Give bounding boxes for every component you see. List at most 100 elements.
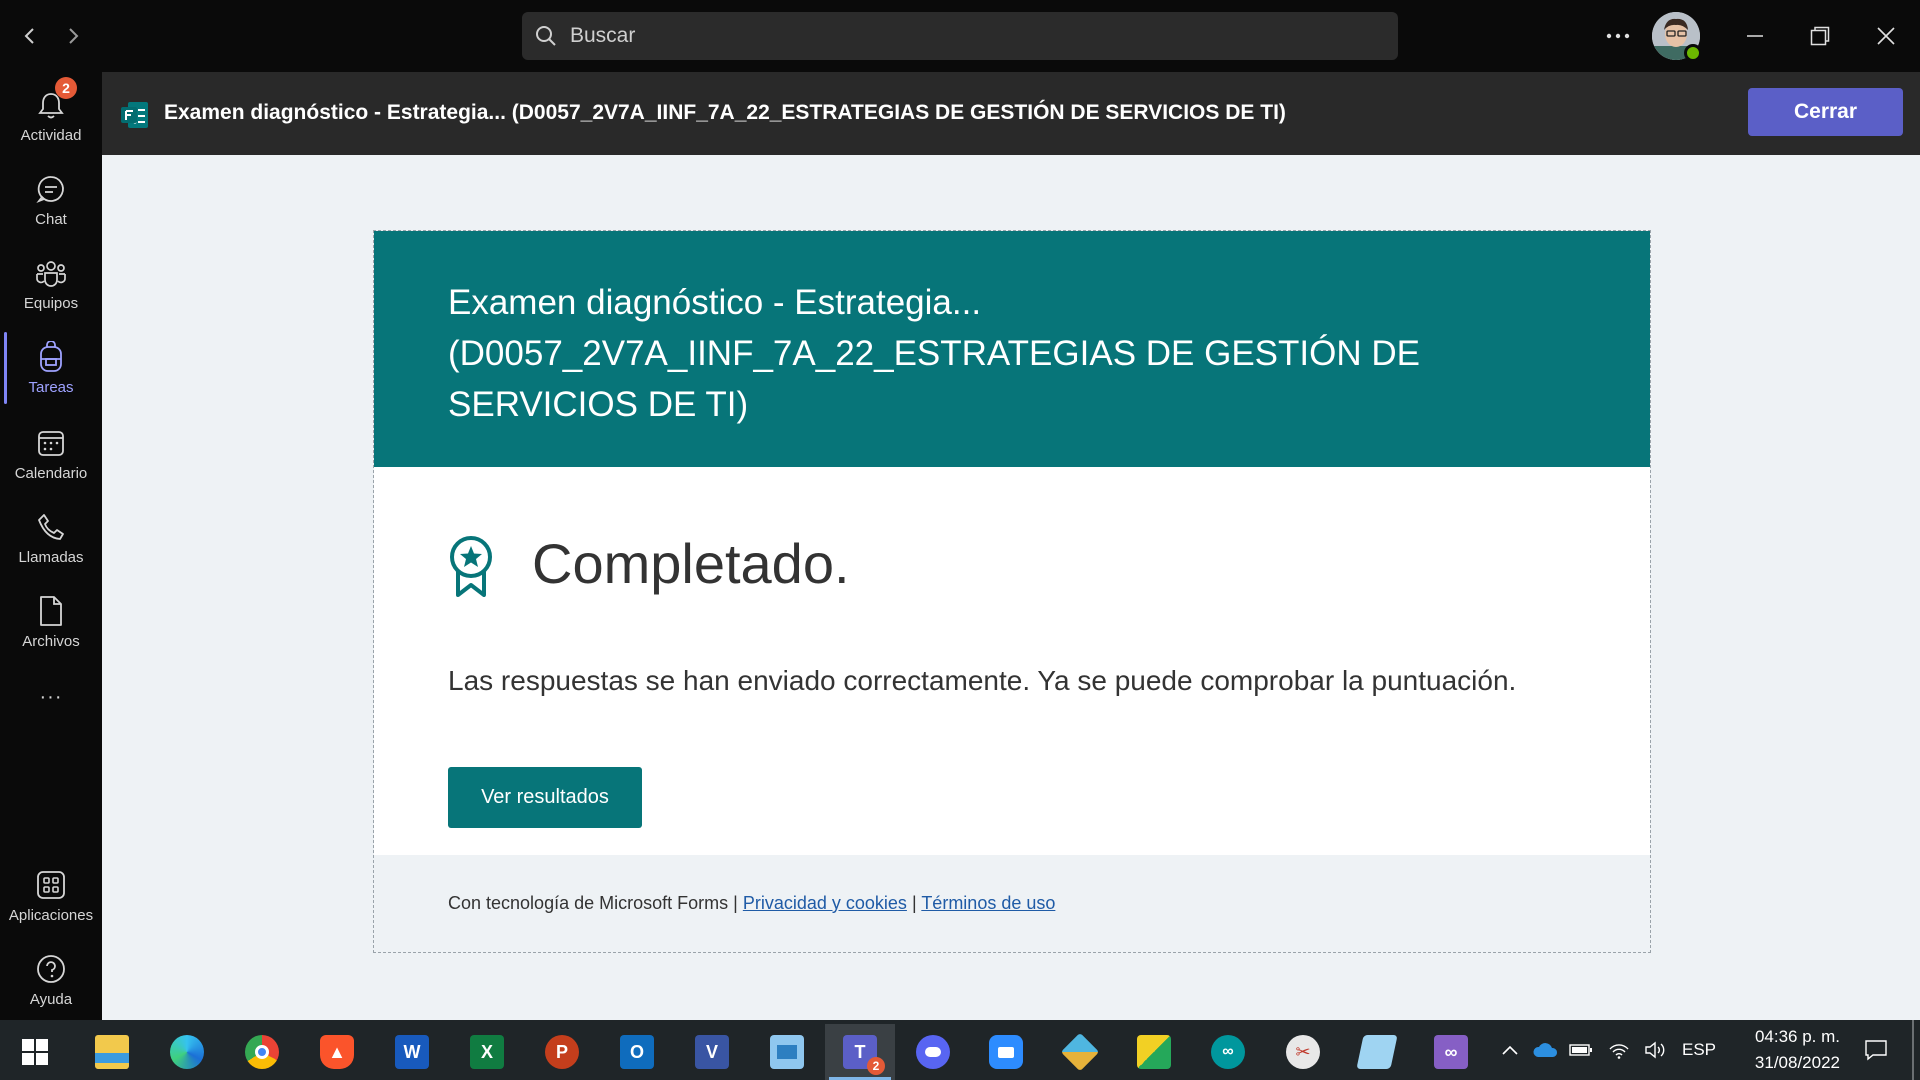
zoom-icon	[989, 1035, 1023, 1069]
taskbar-word[interactable]: W	[377, 1024, 447, 1080]
rail-more-button[interactable]: ···	[0, 664, 102, 724]
form-footer: Con tecnología de Microsoft Forms | Priv…	[448, 893, 1055, 914]
chevron-right-icon	[69, 28, 79, 44]
teams-icon: T 2	[843, 1035, 885, 1075]
taskbar-zoom[interactable]	[971, 1024, 1041, 1080]
form-body: Completado. Las respuestas se han enviad…	[374, 467, 1650, 855]
clock[interactable]: 04:36 p. m. 31/08/2022	[1720, 1024, 1840, 1076]
taskbar-excel[interactable]: X	[452, 1024, 522, 1080]
confirmation-message: Las respuestas se han enviado correctame…	[448, 665, 1517, 696]
chevron-up-icon	[1502, 1045, 1518, 1055]
taskbar-teams[interactable]: T 2	[825, 1024, 895, 1080]
cube-app-icon	[1060, 1032, 1100, 1072]
clock-time: 04:36 p. m.	[1754, 1027, 1840, 1046]
file-icon	[35, 595, 67, 627]
taskbar-discord[interactable]	[898, 1024, 968, 1080]
view-results-button[interactable]: Ver resultados	[448, 767, 642, 828]
rail-item-label: Llamadas	[18, 548, 84, 566]
taskbar-chrome[interactable]	[227, 1024, 297, 1080]
taskbar-file-explorer[interactable]	[77, 1024, 147, 1080]
terms-link[interactable]: Términos de uso	[921, 893, 1055, 913]
help-circle-icon	[35, 953, 67, 985]
taskbar-edge[interactable]	[152, 1024, 222, 1080]
backpack-icon	[35, 340, 67, 373]
rail-item-calls[interactable]: Llamadas	[0, 498, 102, 578]
more-options-button[interactable]	[1598, 22, 1638, 50]
microsoft-forms-icon	[121, 102, 148, 128]
notification-center-icon	[1865, 1040, 1887, 1061]
outlook-icon: O	[620, 1035, 654, 1069]
discord-icon	[916, 1035, 950, 1069]
taskbar-visual-studio[interactable]: ∞	[1416, 1024, 1486, 1080]
avatar[interactable]	[1652, 12, 1702, 62]
edge-browser-icon	[170, 1035, 204, 1069]
restore-button[interactable]	[1797, 14, 1843, 58]
presence-available-icon	[1684, 44, 1702, 62]
footer-separator: |	[733, 893, 738, 913]
search-input[interactable]	[570, 24, 1350, 48]
taskbar-powerpoint[interactable]: P	[527, 1024, 597, 1080]
taskbar-brave[interactable]: ▲	[302, 1024, 372, 1080]
rail-item-files[interactable]: Archivos	[0, 582, 102, 662]
windows-start-icon	[22, 1039, 48, 1065]
taskbar-visio[interactable]: V	[677, 1024, 747, 1080]
rail-item-calendar[interactable]: Calendario	[0, 414, 102, 494]
excel-icon: X	[470, 1035, 504, 1069]
rail-item-label: Tareas	[28, 378, 74, 396]
back-button[interactable]	[14, 20, 46, 52]
rail-item-label: Chat	[35, 210, 67, 228]
minimize-button[interactable]	[1732, 14, 1778, 58]
folder-icon	[95, 1035, 129, 1069]
close-icon	[1877, 27, 1895, 45]
start-button[interactable]	[0, 1024, 70, 1080]
clock-date: 31/08/2022	[1754, 1053, 1840, 1072]
taskbar-snipping-tool[interactable]: ✂	[1268, 1024, 1338, 1080]
rail-item-chat[interactable]: Chat	[0, 160, 102, 240]
chat-icon	[35, 173, 67, 205]
taskbar: ▲ W X P O V T 2 ∞ ✂ ∞ ESP 04:36 p. m. 31…	[0, 1020, 1920, 1080]
app-title: Examen diagnóstico - Estrategia... (D005…	[164, 101, 1286, 124]
show-hidden-icons-button[interactable]	[1497, 1032, 1523, 1068]
calendar-icon	[35, 427, 67, 459]
teams-taskbar-badge: 2	[867, 1057, 885, 1075]
apps-grid-icon	[35, 869, 67, 901]
privacy-link[interactable]: Privacidad y cookies	[743, 893, 907, 913]
completed-heading: Completado.	[532, 532, 850, 595]
taskbar-notepad[interactable]	[1342, 1024, 1412, 1080]
input-language-button[interactable]: ESP	[1678, 1032, 1720, 1068]
rail-item-help[interactable]: Ayuda	[0, 940, 102, 1020]
close-window-button[interactable]	[1863, 14, 1909, 58]
visio-icon: V	[695, 1035, 729, 1069]
taskbar-outlook[interactable]: O	[602, 1024, 672, 1080]
search-box[interactable]	[522, 12, 1398, 60]
chevron-left-icon	[24, 28, 34, 44]
battery-tray-button[interactable]	[1566, 1032, 1596, 1068]
speaker-icon	[1645, 1041, 1665, 1059]
powered-by-text: Con tecnología de Microsoft Forms	[448, 893, 729, 913]
rail-item-activity[interactable]: 2 Actividad	[0, 76, 102, 156]
restore-icon	[1810, 26, 1830, 46]
visual-studio-icon: ∞	[1434, 1035, 1468, 1069]
close-button[interactable]: Cerrar	[1748, 88, 1903, 136]
volume-tray-button[interactable]	[1640, 1032, 1670, 1068]
rail-item-label: Equipos	[23, 294, 79, 312]
phone-icon	[35, 511, 67, 543]
content-area: Examen diagnóstico - Estrategia... (D005…	[102, 155, 1920, 1020]
taskbar-cube-app[interactable]	[1045, 1024, 1115, 1080]
taskbar-tools-app[interactable]	[1119, 1024, 1189, 1080]
forward-button[interactable]	[57, 20, 89, 52]
onedrive-tray-button[interactable]	[1530, 1032, 1560, 1068]
minimize-icon	[1747, 35, 1763, 37]
rail-item-label: Actividad	[20, 126, 82, 144]
app-header: Examen diagnóstico - Estrategia... (D005…	[102, 72, 1920, 155]
notifications-button[interactable]	[1856, 1032, 1896, 1068]
taskbar-control-panel[interactable]	[752, 1024, 822, 1080]
activity-badge: 2	[55, 76, 77, 99]
wifi-tray-button[interactable]	[1604, 1032, 1634, 1068]
footer-separator: |	[911, 893, 917, 913]
show-desktop-button[interactable]	[1912, 1020, 1914, 1080]
rail-item-teams[interactable]: Equipos	[0, 244, 102, 324]
taskbar-arduino[interactable]: ∞	[1193, 1024, 1263, 1080]
rail-item-assignments[interactable]: Tareas	[0, 328, 102, 408]
rail-item-apps[interactable]: Aplicaciones	[0, 856, 102, 936]
